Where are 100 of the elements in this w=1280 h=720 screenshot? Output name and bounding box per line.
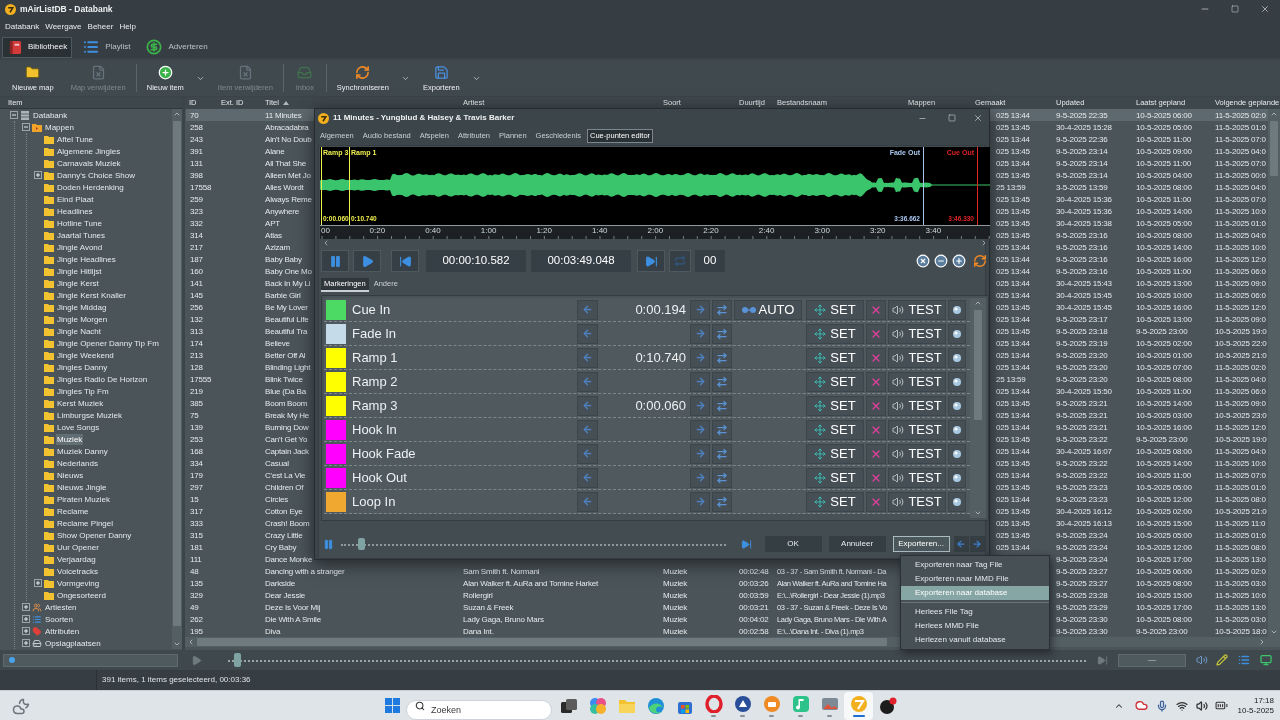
expand-icon[interactable] bbox=[34, 579, 42, 587]
set-button[interactable]: SET bbox=[806, 371, 864, 392]
swap-button[interactable] bbox=[712, 443, 732, 464]
monitor-button[interactable] bbox=[1258, 654, 1274, 666]
set-button[interactable]: SET bbox=[806, 299, 864, 320]
swatch-icon[interactable] bbox=[326, 419, 346, 440]
tree-item[interactable]: Ongesorteerd bbox=[56, 589, 107, 601]
set-button[interactable]: SET bbox=[806, 395, 864, 416]
swatch-icon[interactable] bbox=[326, 371, 346, 392]
tree-item[interactable]: Artiesten bbox=[44, 601, 78, 613]
expand-icon[interactable] bbox=[22, 627, 30, 635]
tree-item[interactable]: Jingles Radio De Horizon bbox=[56, 373, 149, 385]
next-button[interactable] bbox=[969, 536, 985, 552]
clock-time[interactable]: 17:18 bbox=[1253, 695, 1274, 706]
tree-item[interactable]: Reclame bbox=[56, 505, 90, 517]
collapse-icon[interactable] bbox=[10, 111, 18, 119]
menu-item[interactable]: Databank bbox=[2, 21, 43, 33]
refresh-button[interactable] bbox=[973, 254, 987, 268]
move-left-button[interactable] bbox=[577, 491, 598, 512]
tree-item[interactable]: Jingle Avond bbox=[56, 241, 104, 253]
tree-item[interactable]: Voicetracks bbox=[56, 565, 99, 577]
move-right-button[interactable] bbox=[690, 371, 710, 392]
swap-button[interactable] bbox=[712, 371, 732, 392]
tree-item[interactable]: Danny's Choice Show bbox=[56, 169, 136, 181]
collapse-icon[interactable] bbox=[22, 123, 30, 131]
set-button[interactable]: SET bbox=[806, 347, 864, 368]
move-right-button[interactable] bbox=[690, 467, 710, 488]
playback-slider[interactable] bbox=[228, 653, 1086, 667]
tree-item[interactable]: Jaartal Tunes bbox=[56, 229, 107, 241]
battery-button[interactable] bbox=[1213, 699, 1230, 712]
tree-item[interactable]: Jingle Opener Danny Tip Fm bbox=[56, 337, 160, 349]
tree-item[interactable]: Mappen bbox=[44, 121, 75, 133]
move-left-button[interactable] bbox=[577, 467, 598, 488]
previous-button[interactable] bbox=[953, 536, 969, 552]
network-button[interactable] bbox=[1173, 699, 1190, 712]
move-right-button[interactable] bbox=[690, 395, 710, 416]
swap-button[interactable] bbox=[712, 467, 732, 488]
option-button[interactable] bbox=[948, 443, 966, 464]
tree-item[interactable]: Jingle Headlines bbox=[56, 253, 117, 265]
option-button[interactable] bbox=[948, 395, 966, 416]
move-left-button[interactable] bbox=[577, 395, 598, 416]
test-button[interactable]: TEST bbox=[888, 419, 946, 440]
option-button[interactable] bbox=[948, 467, 966, 488]
test-button[interactable]: TEST bbox=[888, 443, 946, 464]
zoom-reset-button[interactable] bbox=[916, 254, 930, 268]
clear-button[interactable] bbox=[866, 299, 886, 320]
tree-item[interactable]: Nieuws Jingle bbox=[56, 481, 108, 493]
move-right-button[interactable] bbox=[690, 443, 710, 464]
tree-item[interactable]: Eind Plaat bbox=[56, 193, 95, 205]
swatch-icon[interactable] bbox=[326, 323, 346, 344]
move-right-button[interactable] bbox=[690, 419, 710, 440]
tree-item[interactable]: Jingle Kerst bbox=[56, 277, 100, 289]
expand-icon[interactable] bbox=[34, 171, 42, 179]
set-button[interactable]: SET bbox=[806, 323, 864, 344]
set-button[interactable]: SET bbox=[806, 419, 864, 440]
swatch-icon[interactable] bbox=[326, 347, 346, 368]
tree-item[interactable]: Piraten Muziek bbox=[56, 493, 111, 505]
option-button[interactable] bbox=[948, 323, 966, 344]
tree-item[interactable]: Algemene Jingles bbox=[56, 145, 122, 157]
tree-item[interactable]: Muziek bbox=[56, 433, 84, 445]
zoom-out-button[interactable] bbox=[934, 254, 948, 268]
test-button[interactable]: TEST bbox=[888, 467, 946, 488]
tree-item[interactable]: Hotline Tune bbox=[56, 217, 103, 229]
slider-thumb[interactable] bbox=[233, 653, 241, 667]
set-button[interactable]: SET bbox=[806, 443, 864, 464]
cue-time-field[interactable]: 0:10.740 bbox=[600, 347, 688, 368]
set-button[interactable]: SET bbox=[806, 467, 864, 488]
scroll-left-button[interactable] bbox=[322, 239, 330, 247]
expand-icon[interactable] bbox=[22, 639, 30, 647]
dialog-button[interactable]: Exporteren... bbox=[892, 536, 950, 552]
clear-button[interactable] bbox=[866, 467, 886, 488]
tree-item[interactable]: Headlines bbox=[56, 205, 94, 217]
move-left-button[interactable] bbox=[577, 323, 598, 344]
test-button[interactable]: TEST bbox=[888, 299, 946, 320]
cue-time-field[interactable]: 0:00.060 bbox=[600, 395, 688, 416]
scrollbar-thumb[interactable] bbox=[173, 121, 181, 626]
tree-item[interactable]: Nieuws bbox=[56, 469, 85, 481]
widgets-button[interactable] bbox=[12, 696, 30, 715]
tree-item[interactable]: Doden Herdenking bbox=[56, 181, 125, 193]
scrollbar-thumb[interactable] bbox=[197, 638, 887, 646]
tree-item[interactable]: Reclame Pingel bbox=[56, 517, 115, 529]
module-tab[interactable]: Bibliotheek bbox=[2, 36, 73, 58]
skip-back-button[interactable] bbox=[391, 250, 419, 272]
move-right-button[interactable] bbox=[690, 491, 710, 512]
cue-time-field[interactable]: 0:00.194 bbox=[600, 299, 688, 320]
tree-item[interactable]: Databank bbox=[32, 109, 69, 121]
tree-item[interactable]: Jingle Morgen bbox=[56, 313, 109, 325]
test-button[interactable]: TEST bbox=[888, 371, 946, 392]
preview-slider[interactable] bbox=[341, 538, 727, 550]
test-button[interactable]: TEST bbox=[888, 491, 946, 512]
tray-app-button[interactable] bbox=[1133, 699, 1150, 712]
tree-item[interactable]: Show Opener Danny bbox=[56, 529, 133, 541]
swatch-icon[interactable] bbox=[326, 491, 346, 512]
tree-item[interactable]: Vormgeving bbox=[56, 577, 101, 589]
tree-item[interactable]: Opslagplaatsen bbox=[44, 637, 102, 649]
slider-thumb[interactable] bbox=[357, 538, 365, 550]
pause-button[interactable] bbox=[321, 250, 349, 272]
tree-item[interactable]: Jingle Nacht bbox=[56, 325, 103, 337]
set-button[interactable]: SET bbox=[806, 491, 864, 512]
tree-item[interactable]: Jingles Danny bbox=[56, 361, 109, 373]
